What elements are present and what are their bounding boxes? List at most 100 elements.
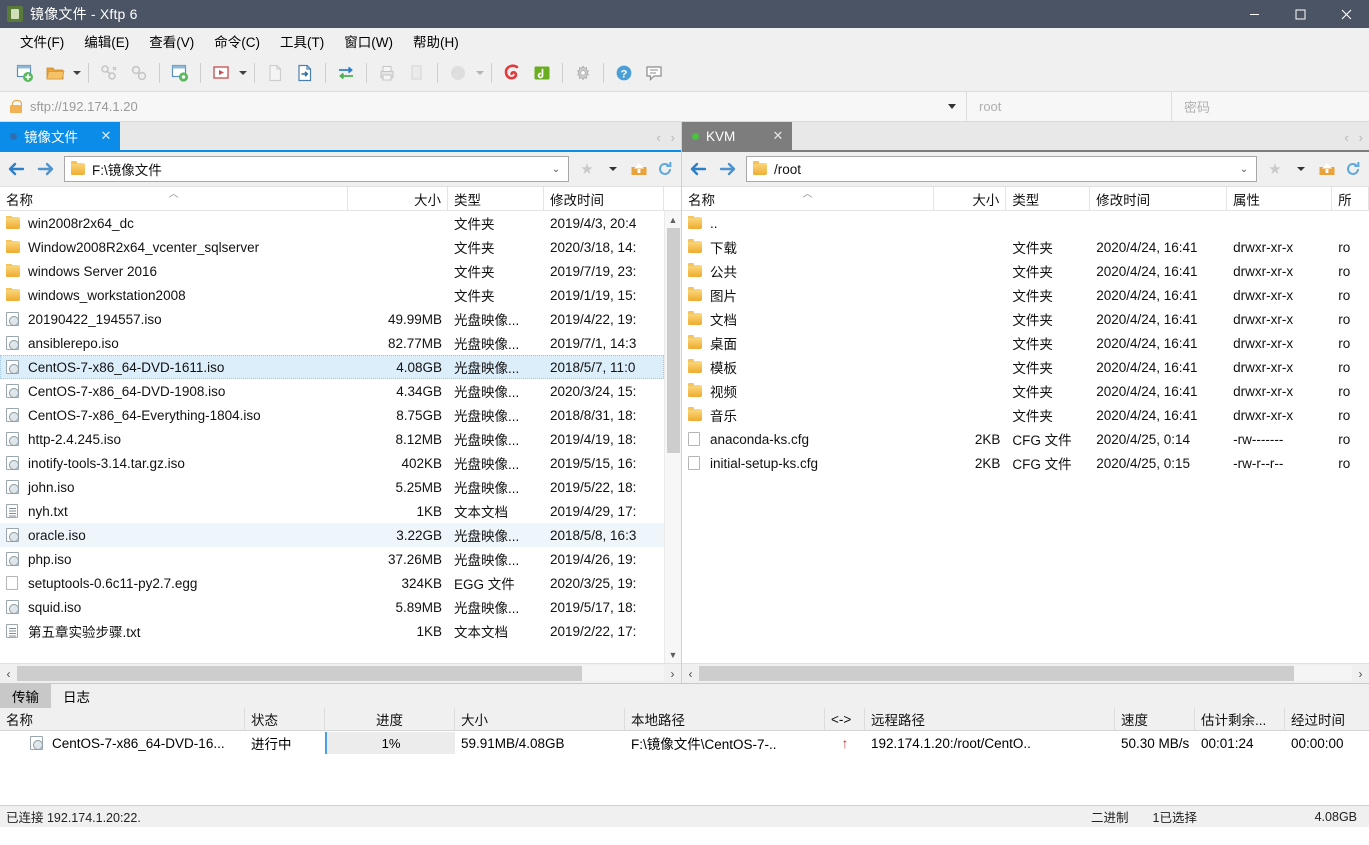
bookmark-dropdown-icon[interactable] — [601, 156, 625, 182]
scroll-down-icon[interactable]: ▼ — [665, 646, 682, 663]
table-row[interactable]: nyh.txt 1KB 文本文档 2019/4/29, 17: — [0, 499, 664, 523]
table-row[interactable]: php.iso 37.26MB 光盘映像... 2019/4/26, 19: — [0, 547, 664, 571]
tab-close-icon[interactable]: ✕ — [100, 128, 112, 144]
bookmark-star-icon[interactable]: ★ — [1263, 156, 1287, 182]
tab-close-icon[interactable]: ✕ — [772, 128, 784, 144]
scroll-up-icon[interactable]: ▲ — [665, 211, 682, 228]
table-row[interactable]: 下载 文件夹 2020/4/24, 16:41 drwxr-xr-x ro — [682, 235, 1369, 259]
refresh-icon[interactable] — [653, 156, 677, 182]
table-row[interactable]: squid.iso 5.89MB 光盘映像... 2019/5/17, 18: — [0, 595, 664, 619]
table-row[interactable]: windows_workstation2008 文件夹 2019/1/19, 15: — [0, 283, 664, 307]
password-input[interactable]: 密码 — [1171, 92, 1369, 121]
scroll-right-icon[interactable]: › — [664, 667, 681, 681]
hscroll-track[interactable] — [17, 666, 664, 681]
new-session-icon[interactable] — [10, 58, 40, 88]
home-folder-icon[interactable] — [1315, 156, 1339, 182]
tab-log[interactable]: 日志 — [51, 684, 102, 708]
table-row[interactable]: setuptools-0.6c11-py2.7.egg 324KB EGG 文件 20… — [0, 571, 664, 595]
table-row[interactable]: 图片 文件夹 2020/4/24, 16:41 drwxr-xr-x ro — [682, 283, 1369, 307]
column-header-size[interactable]: 大小 — [348, 187, 448, 210]
menu-command[interactable]: 命令(C) — [204, 28, 270, 54]
edit-file-icon[interactable] — [290, 58, 320, 88]
forward-button[interactable] — [714, 156, 740, 182]
menu-edit[interactable]: 编辑(E) — [74, 28, 139, 54]
remote-horizontal-scrollbar[interactable]: ‹ › — [682, 663, 1369, 683]
tab-remote-kvm[interactable]: KVM ✕ — [682, 122, 792, 150]
bookmark-star-icon[interactable]: ★ — [575, 156, 599, 182]
transfer-column-name[interactable]: 名称 — [0, 708, 245, 730]
menu-help[interactable]: 帮助(H) — [403, 28, 469, 54]
menu-tools[interactable]: 工具(T) — [270, 28, 334, 54]
remote-path-input[interactable]: /root ⌄ — [746, 156, 1257, 182]
transfer-row[interactable]: CentOS-7-x86_64-DVD-16... 进行中 1% 59.91MB/4.… — [0, 731, 1369, 755]
table-row[interactable]: 第五章实验步骤.txt 1KB 文本文档 2019/2/22, 17: — [0, 619, 664, 643]
user-dropdown-icon[interactable] — [473, 58, 486, 88]
scrollbar-thumb[interactable] — [666, 228, 680, 453]
scroll-left-icon[interactable]: ‹ — [682, 667, 699, 681]
sync-transfer-icon[interactable] — [331, 58, 361, 88]
table-row[interactable]: initial-setup-ks.cfg 2KB CFG 文件 2020/4/25, … — [682, 451, 1369, 475]
column-header-name[interactable]: 名称 ︿ — [0, 187, 348, 210]
home-folder-icon[interactable] — [627, 156, 651, 182]
table-row[interactable]: .. — [682, 211, 1369, 235]
table-row[interactable]: 文档 文件夹 2020/4/24, 16:41 drwxr-xr-x ro — [682, 307, 1369, 331]
table-row[interactable]: oracle.iso 3.22GB 光盘映像... 2018/5/8, 16:3 — [0, 523, 664, 547]
tab-scroll-right-icon[interactable]: › — [671, 130, 675, 145]
column-header-attributes[interactable]: 属性 — [1227, 187, 1333, 210]
transfer-column-status[interactable]: 状态 — [245, 708, 325, 730]
table-row[interactable]: john.iso 5.25MB 光盘映像... 2019/5/22, 18: — [0, 475, 664, 499]
transfer-column-progress[interactable]: 进度 — [325, 708, 455, 730]
transfer-column-elapsed[interactable]: 经过时间 — [1285, 708, 1369, 730]
menu-file[interactable]: 文件(F) — [10, 28, 74, 54]
tab-scroll-left-icon[interactable]: ‹ — [656, 130, 660, 145]
tab-local-mirror-files[interactable]: 镜像文件 ✕ — [0, 122, 120, 150]
table-row[interactable]: CentOS-7-x86_64-DVD-1611.iso 4.08GB 光盘映像..… — [0, 355, 664, 379]
table-row[interactable]: windows Server 2016 文件夹 2019/7/19, 23: — [0, 259, 664, 283]
transfer-column-size[interactable]: 大小 — [455, 708, 625, 730]
hscroll-track[interactable] — [699, 666, 1352, 681]
tab-transfer[interactable]: 传输 — [0, 684, 51, 708]
table-row[interactable]: 视频 文件夹 2020/4/24, 16:41 drwxr-xr-x ro — [682, 379, 1369, 403]
tab-scroll-left-icon[interactable]: ‹ — [1344, 130, 1348, 145]
scroll-right-icon[interactable]: › — [1352, 667, 1369, 681]
xshell-icon[interactable] — [497, 58, 527, 88]
transfer-column-speed[interactable]: 速度 — [1115, 708, 1195, 730]
column-header-size[interactable]: 大小 — [934, 187, 1007, 210]
local-path-input[interactable]: F:\镜像文件 ⌄ — [64, 156, 569, 182]
transfer-column-local-path[interactable]: 本地路径 — [625, 708, 825, 730]
table-row[interactable]: anaconda-ks.cfg 2KB CFG 文件 2020/4/25, 0:14 -… — [682, 427, 1369, 451]
table-row[interactable]: 音乐 文件夹 2020/4/24, 16:41 drwxr-xr-x ro — [682, 403, 1369, 427]
open-folder-icon[interactable] — [40, 58, 70, 88]
feedback-icon[interactable] — [639, 58, 669, 88]
column-header-type[interactable]: 类型 — [1006, 187, 1091, 210]
table-row[interactable]: CentOS-7-x86_64-Everything-1804.iso 8.75G… — [0, 403, 664, 427]
run-script-icon[interactable] — [206, 58, 236, 88]
table-row[interactable]: win2008r2x64_dc 文件夹 2019/4/3, 20:4 — [0, 211, 664, 235]
xftp-green-icon[interactable] — [527, 58, 557, 88]
transfer-column-remote-path[interactable]: 远程路径 — [865, 708, 1115, 730]
forward-button[interactable] — [32, 156, 58, 182]
path-history-dropdown-icon[interactable]: ⌄ — [548, 164, 564, 175]
back-button[interactable] — [4, 156, 30, 182]
session-settings-icon[interactable] — [165, 58, 195, 88]
tab-scroll-right-icon[interactable]: › — [1359, 130, 1363, 145]
bookmark-dropdown-icon[interactable] — [1289, 156, 1313, 182]
table-row[interactable]: ansiblerepo.iso 82.77MB 光盘映像... 2019/7/1, 1… — [0, 331, 664, 355]
connection-url-field[interactable]: sftp://192.174.1.20 — [0, 92, 938, 121]
column-header-modified[interactable]: 修改时间 — [1090, 187, 1228, 210]
local-vertical-scrollbar[interactable]: ▲ ▼ — [664, 211, 681, 663]
column-header-name[interactable]: 名称 ︿ — [682, 187, 934, 210]
table-row[interactable]: 公共 文件夹 2020/4/24, 16:41 drwxr-xr-x ro — [682, 259, 1369, 283]
column-header-owner[interactable]: 所 — [1332, 187, 1369, 210]
username-input[interactable]: root — [966, 92, 1171, 121]
transfer-column-remaining[interactable]: 估计剩余... — [1195, 708, 1285, 730]
menu-view[interactable]: 查看(V) — [139, 28, 204, 54]
minimize-button[interactable] — [1231, 0, 1277, 28]
refresh-icon[interactable] — [1341, 156, 1365, 182]
table-row[interactable]: 桌面 文件夹 2020/4/24, 16:41 drwxr-xr-x ro — [682, 331, 1369, 355]
run-script-dropdown-icon[interactable] — [236, 58, 249, 88]
table-row[interactable]: 20190422_194557.iso 49.99MB 光盘映像... 2019/4/… — [0, 307, 664, 331]
table-row[interactable]: 模板 文件夹 2020/4/24, 16:41 drwxr-xr-x ro — [682, 355, 1369, 379]
table-row[interactable]: Window2008R2x64_vcenter_sqlserver 文件夹 2020… — [0, 235, 664, 259]
close-button[interactable] — [1323, 0, 1369, 28]
